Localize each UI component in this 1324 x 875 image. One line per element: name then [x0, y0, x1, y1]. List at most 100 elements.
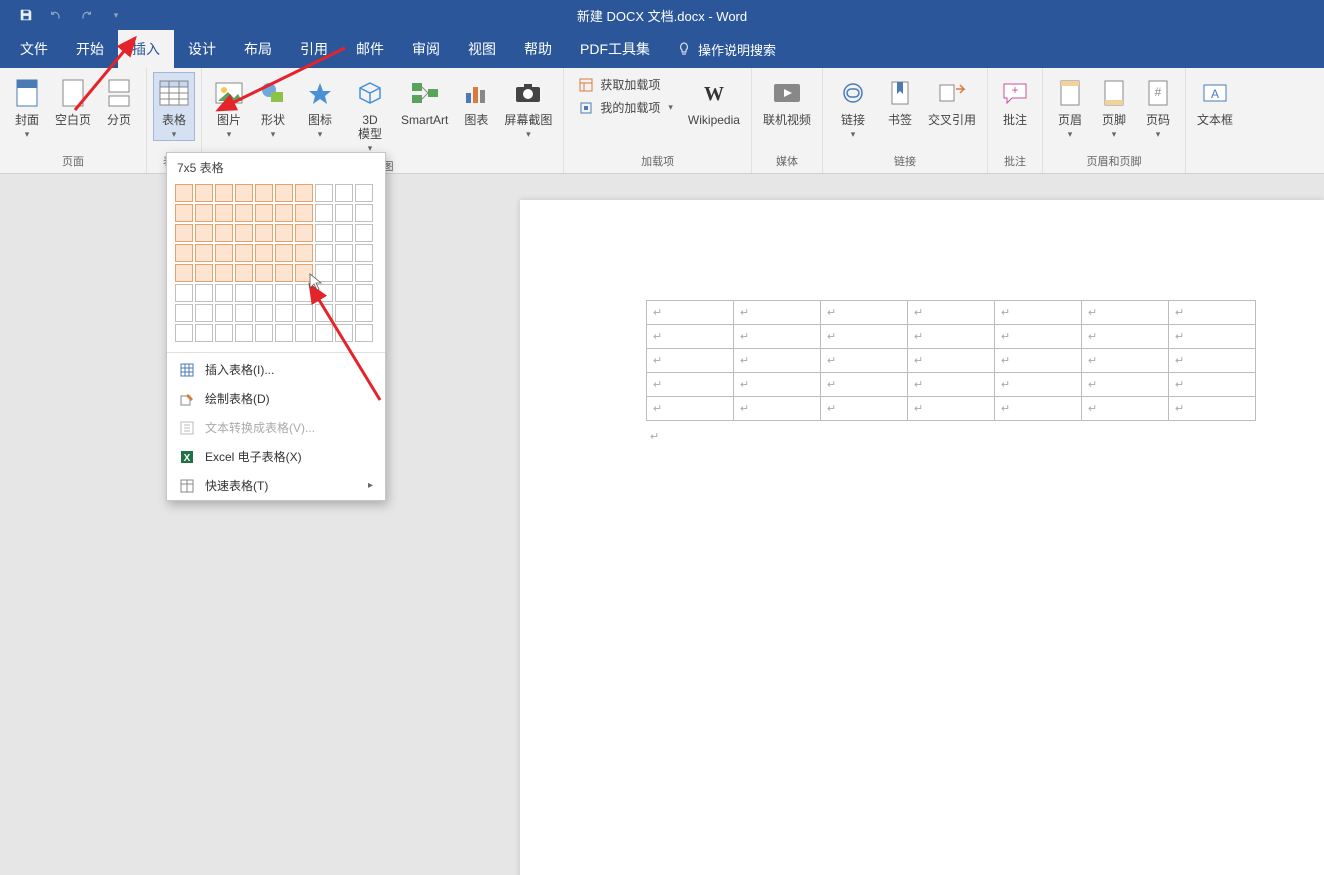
table-grid-cell[interactable]	[335, 204, 353, 222]
pagenum-button[interactable]: # 页码▾	[1137, 72, 1179, 141]
table-grid-cell[interactable]	[255, 304, 273, 322]
table-grid-cell[interactable]	[355, 324, 373, 342]
table-grid-cell[interactable]	[295, 244, 313, 262]
table-grid-cell[interactable]	[355, 184, 373, 202]
table-grid-cell[interactable]	[215, 264, 233, 282]
cover-page-button[interactable]: 封面▾	[6, 72, 48, 141]
table-cell[interactable]: ↵	[995, 349, 1082, 373]
icons-button[interactable]: 图标▾	[296, 72, 344, 141]
bookmark-button[interactable]: 书签	[879, 72, 921, 128]
table-grid-cell[interactable]	[355, 264, 373, 282]
table-grid-cell[interactable]	[315, 244, 333, 262]
table-grid-cell[interactable]	[235, 264, 253, 282]
table-grid-cell[interactable]	[315, 204, 333, 222]
table-grid-cell[interactable]	[195, 264, 213, 282]
table-cell[interactable]: ↵	[1082, 397, 1169, 421]
table-grid-cell[interactable]	[295, 224, 313, 242]
textbox-button[interactable]: A 文本框	[1192, 72, 1238, 128]
table-cell[interactable]: ↵	[734, 301, 821, 325]
table-cell[interactable]: ↵	[995, 301, 1082, 325]
table-grid-cell[interactable]	[355, 284, 373, 302]
table-cell[interactable]: ↵	[734, 373, 821, 397]
smartart-button[interactable]: SmartArt	[396, 72, 453, 128]
table-grid-cell[interactable]	[195, 224, 213, 242]
screenshot-button[interactable]: 屏幕截图▾	[499, 72, 557, 141]
table-grid-cell[interactable]	[295, 304, 313, 322]
table-grid-cell[interactable]	[355, 244, 373, 262]
table-grid-cell[interactable]	[175, 204, 193, 222]
tab-insert[interactable]: 插入	[118, 30, 174, 68]
table-grid-cell[interactable]	[315, 264, 333, 282]
table-cell[interactable]: ↵	[1169, 301, 1256, 325]
table-grid-cell[interactable]	[195, 184, 213, 202]
table-grid-cell[interactable]	[215, 224, 233, 242]
table-grid-cell[interactable]	[175, 184, 193, 202]
table-grid-cell[interactable]	[335, 324, 353, 342]
insert-table-menu[interactable]: 插入表格(I)...	[167, 355, 385, 384]
chart-button[interactable]: 图表	[455, 72, 497, 128]
tab-pdftools[interactable]: PDF工具集	[566, 30, 664, 68]
table-cell[interactable]: ↵	[1082, 325, 1169, 349]
table-cell[interactable]: ↵	[647, 325, 734, 349]
table-grid-cell[interactable]	[175, 324, 193, 342]
online-video-button[interactable]: 联机视频	[758, 72, 816, 128]
table-grid-cell[interactable]	[295, 264, 313, 282]
table-grid-cell[interactable]	[255, 184, 273, 202]
table-cell[interactable]: ↵	[1169, 397, 1256, 421]
table-grid-cell[interactable]	[255, 224, 273, 242]
table-grid-cell[interactable]	[195, 244, 213, 262]
link-button[interactable]: 链接▾	[829, 72, 877, 141]
table-grid-cell[interactable]	[275, 204, 293, 222]
table-grid-cell[interactable]	[355, 304, 373, 322]
my-addins-button[interactable]: 我的加载项▾	[576, 97, 675, 118]
table-grid-cell[interactable]	[335, 284, 353, 302]
table-grid-cell[interactable]	[255, 264, 273, 282]
table-grid-cell[interactable]	[255, 284, 273, 302]
table-cell[interactable]: ↵	[821, 349, 908, 373]
table-grid-cell[interactable]	[335, 224, 353, 242]
document-page[interactable]: ↵↵↵↵↵↵↵↵↵↵↵↵↵↵↵↵↵↵↵↵↵↵↵↵↵↵↵↵↵↵↵↵↵↵↵ ↵	[520, 200, 1324, 875]
table-grid-cell[interactable]	[215, 284, 233, 302]
tab-help[interactable]: 帮助	[510, 30, 566, 68]
table-grid-cell[interactable]	[275, 224, 293, 242]
3d-models-button[interactable]: 3D 模型▾	[346, 72, 394, 155]
tell-me-search[interactable]: 操作说明搜索	[664, 30, 788, 68]
tab-home[interactable]: 开始	[62, 30, 118, 68]
table-cell[interactable]: ↵	[1169, 325, 1256, 349]
table-grid-cell[interactable]	[195, 304, 213, 322]
table-cell[interactable]: ↵	[1169, 349, 1256, 373]
table-cell[interactable]: ↵	[647, 301, 734, 325]
tab-mailings[interactable]: 邮件	[342, 30, 398, 68]
table-grid-cell[interactable]	[175, 224, 193, 242]
page-break-button[interactable]: 分页	[98, 72, 140, 128]
table-size-grid[interactable]	[167, 180, 385, 350]
excel-spreadsheet-menu[interactable]: X Excel 电子表格(X)	[167, 442, 385, 471]
table-cell[interactable]: ↵	[908, 373, 995, 397]
table-grid-cell[interactable]	[215, 244, 233, 262]
header-button[interactable]: 页眉▾	[1049, 72, 1091, 141]
table-cell[interactable]: ↵	[995, 373, 1082, 397]
table-grid-cell[interactable]	[315, 324, 333, 342]
table-cell[interactable]: ↵	[908, 397, 995, 421]
table-grid-cell[interactable]	[235, 244, 253, 262]
table-cell[interactable]: ↵	[647, 397, 734, 421]
quick-tables-menu[interactable]: 快速表格(T) ▸	[167, 471, 385, 500]
table-grid-cell[interactable]	[215, 204, 233, 222]
table-grid-cell[interactable]	[175, 304, 193, 322]
table-cell[interactable]: ↵	[821, 301, 908, 325]
pictures-button[interactable]: 图片▾	[208, 72, 250, 141]
table-grid-cell[interactable]	[275, 324, 293, 342]
table-grid-cell[interactable]	[215, 324, 233, 342]
table-grid-cell[interactable]	[235, 184, 253, 202]
blank-page-button[interactable]: 空白页	[50, 72, 96, 128]
table-grid-cell[interactable]	[195, 284, 213, 302]
table-grid-cell[interactable]	[335, 244, 353, 262]
table-grid-cell[interactable]	[315, 304, 333, 322]
table-grid-cell[interactable]	[235, 284, 253, 302]
shapes-button[interactable]: 形状▾	[252, 72, 294, 141]
inserted-table-preview[interactable]: ↵↵↵↵↵↵↵↵↵↵↵↵↵↵↵↵↵↵↵↵↵↵↵↵↵↵↵↵↵↵↵↵↵↵↵	[646, 300, 1256, 421]
table-cell[interactable]: ↵	[734, 349, 821, 373]
table-cell[interactable]: ↵	[995, 325, 1082, 349]
table-grid-cell[interactable]	[175, 244, 193, 262]
tab-references[interactable]: 引用	[286, 30, 342, 68]
